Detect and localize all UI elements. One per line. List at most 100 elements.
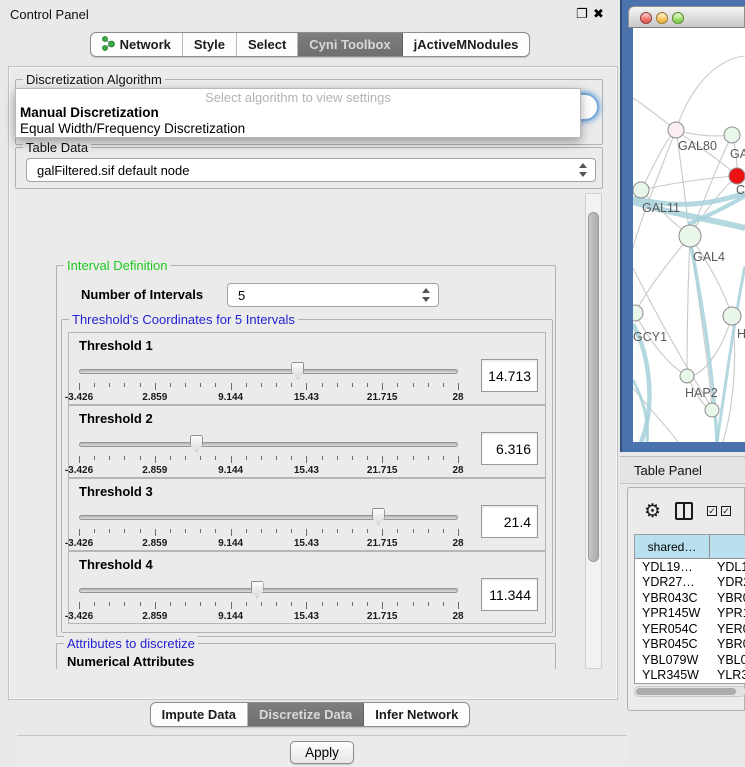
table-horizontal-scrollbar[interactable] (634, 686, 745, 697)
network-node-gal80[interactable] (668, 122, 684, 138)
number-of-intervals-combobox[interactable]: 5 (227, 283, 439, 307)
table-row[interactable]: YBL079WYBL0 (635, 652, 745, 668)
tick-mark (261, 602, 262, 606)
tick-mark (155, 383, 156, 390)
tick-mark (231, 456, 232, 463)
threshold-panel-1: Threshold 1 -3.4262.8599.14415.4321.71528… (68, 332, 546, 405)
threshold-slider[interactable]: -3.4262.8599.14415.4321.71528 (79, 580, 458, 622)
network-canvas[interactable]: GAL80GACGAL11GAL4GCY1HHAP2 (633, 28, 745, 442)
gear-icon[interactable]: ⚙ (644, 502, 661, 521)
threshold-value-field[interactable]: 11.344 (481, 578, 538, 611)
table-data-value: galFiltered.sif default node (37, 163, 189, 178)
network-node-gal4[interactable] (679, 225, 701, 247)
tick-label: -3.426 (65, 611, 93, 622)
table-row[interactable]: YBR045CYBR0 (635, 637, 745, 653)
slider-thumb[interactable] (291, 362, 304, 379)
network-node-gal11[interactable] (633, 182, 649, 198)
panel-vertical-scrollbar[interactable] (585, 193, 602, 669)
slider-track[interactable] (79, 588, 458, 593)
apply-button[interactable]: Apply (290, 741, 354, 764)
algorithm-option-equal-width[interactable]: Equal Width/Frequency Discretization (16, 121, 580, 137)
threshold-label: Threshold 1 (79, 338, 153, 353)
threshold-slider[interactable]: -3.4262.8599.14415.4321.71528 (79, 434, 458, 476)
tick-mark (276, 383, 277, 387)
table-row[interactable]: YER054CYER0 (635, 621, 745, 637)
tab-label: Infer Network (375, 707, 458, 722)
network-node[interactable] (705, 403, 719, 417)
threshold-slider[interactable]: -3.4262.8599.14415.4321.71528 (79, 507, 458, 549)
close-panel-icon[interactable]: ✖ (593, 6, 604, 22)
scrollbar-thumb[interactable] (588, 212, 599, 562)
close-traffic-light-icon[interactable] (640, 12, 652, 24)
algorithm-option-manual[interactable]: Manual Discretization (16, 105, 580, 121)
slider-track[interactable] (79, 515, 458, 520)
tick-label: 28 (452, 465, 463, 476)
tick-mark (367, 529, 368, 533)
network-node-h[interactable] (723, 307, 741, 325)
table-cell: YIL0 (710, 683, 745, 684)
tab-impute-data[interactable]: Impute Data (151, 703, 248, 726)
network-edge[interactable] (635, 236, 690, 313)
table-cell: YDL1 (710, 559, 745, 575)
network-window-titlebar[interactable] (628, 6, 745, 28)
network-node-ga[interactable] (724, 127, 740, 143)
tab-jactivemnodules[interactable]: jActiveMNodules (403, 33, 530, 56)
tab-infer-network[interactable]: Infer Network (364, 703, 469, 726)
table-row[interactable]: YDL19…YDL1 (635, 559, 745, 575)
network-edge[interactable] (676, 56, 745, 130)
network-edge[interactable] (687, 236, 690, 376)
slider-thumb[interactable] (190, 435, 203, 452)
tab-discretize-data[interactable]: Discretize Data (248, 703, 364, 726)
node-label: GCY1 (633, 330, 667, 344)
column-header-1[interactable]: shared… (635, 535, 710, 559)
node-table[interactable]: shared…na YDL19…YDL1YDR27…YDR2YBR043CYBR… (634, 534, 745, 684)
table-row[interactable]: YLR345WYLR3 (635, 668, 745, 684)
checkbox-icon[interactable]: ✓ (707, 506, 717, 516)
threshold-value-field[interactable]: 6.316 (481, 432, 538, 465)
columns-icon[interactable] (675, 502, 693, 520)
tab-network[interactable]: Network (91, 33, 183, 56)
number-of-intervals-value: 5 (238, 288, 245, 303)
float-window-icon[interactable]: ❐ (576, 6, 588, 22)
network-node-c[interactable] (729, 168, 745, 184)
tick-label: 2.859 (142, 611, 167, 622)
threshold-slider[interactable]: -3.4262.8599.14415.4321.71528 (79, 361, 458, 403)
tick-mark (382, 529, 383, 536)
tick-mark (428, 602, 429, 606)
scrollbar-thumb[interactable] (636, 688, 736, 695)
slider-thumb[interactable] (372, 508, 385, 525)
network-edge[interactable] (641, 130, 676, 190)
zoom-traffic-light-icon[interactable] (672, 12, 684, 24)
slider-track[interactable] (79, 369, 458, 374)
tab-select[interactable]: Select (237, 33, 298, 56)
column-header-2[interactable]: na (710, 535, 745, 559)
network-edge-thick[interactable] (717, 266, 745, 442)
combo-stepper-icon (422, 288, 431, 302)
table-row[interactable]: YBR043CYBR0 (635, 590, 745, 606)
network-node-hap2[interactable] (680, 369, 694, 383)
number-of-intervals-label: Number of Intervals (81, 287, 203, 302)
table-row[interactable]: YDR27…YDR2 (635, 575, 745, 591)
table-cell: YLR345W (635, 668, 710, 684)
table-data-combobox[interactable]: galFiltered.sif default node (26, 158, 596, 182)
table-row[interactable]: YPR145WYPR1 (635, 606, 745, 622)
checkbox-icon[interactable]: ✓ (721, 506, 731, 516)
threshold-value-field[interactable]: 21.4 (481, 505, 538, 538)
tick-mark (109, 383, 110, 387)
tick-mark (291, 383, 292, 387)
network-node-gcy1[interactable] (633, 305, 643, 321)
table-row[interactable]: YIL052CYIL0 (635, 683, 745, 684)
network-graph[interactable]: GAL80GACGAL11GAL4GCY1HHAP2 (633, 28, 745, 442)
tick-mark (231, 602, 232, 609)
tick-mark (428, 456, 429, 460)
interval-definition-title: Interval Definition (64, 258, 170, 273)
minimize-traffic-light-icon[interactable] (656, 12, 668, 24)
tick-label: 15.43 (294, 611, 319, 622)
threshold-value-field[interactable]: 14.713 (481, 359, 538, 392)
tick-label: 28 (452, 611, 463, 622)
slider-thumb[interactable] (251, 581, 264, 598)
slider-track[interactable] (79, 442, 458, 447)
tab-label: Select (248, 37, 286, 52)
tab-style[interactable]: Style (183, 33, 237, 56)
tab-cyni-toolbox[interactable]: Cyni Toolbox (298, 33, 402, 56)
